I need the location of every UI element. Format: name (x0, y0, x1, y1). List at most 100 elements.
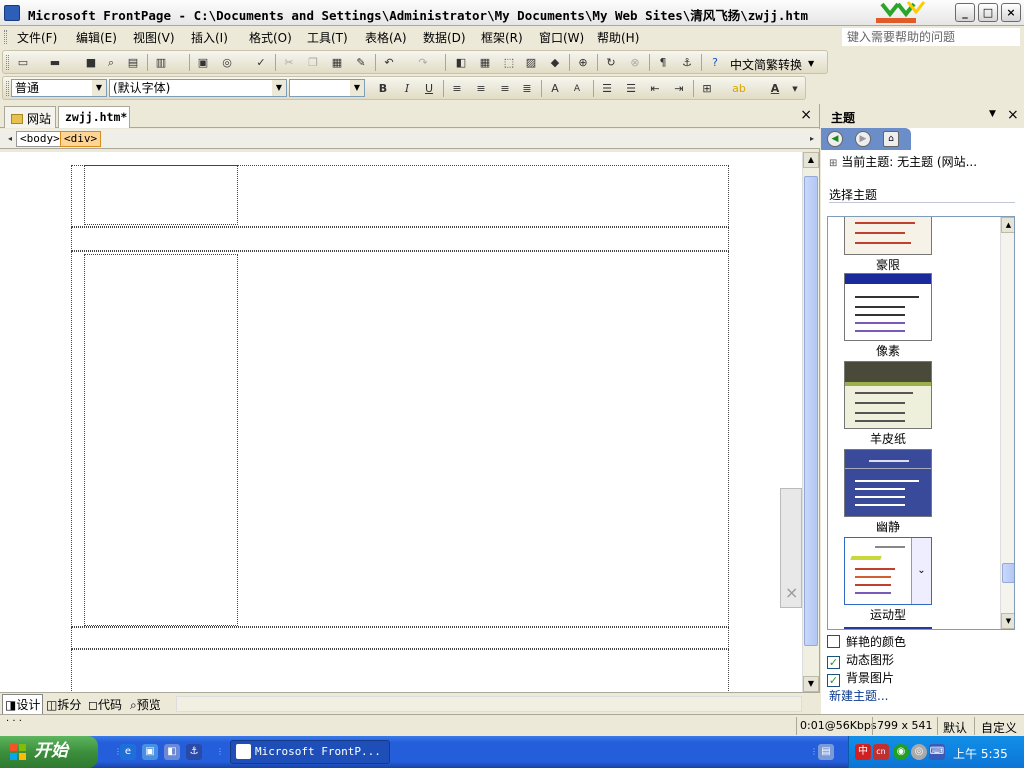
help-search-input[interactable]: 键入需要帮助的问题 (842, 28, 1020, 46)
print-icon[interactable]: ▣ (195, 55, 211, 71)
chevron-down-icon[interactable]: ▼ (272, 80, 286, 96)
minimize-button[interactable]: _ (955, 3, 975, 22)
toolbar-grip[interactable] (6, 81, 9, 96)
refresh-icon[interactable]: ↻ (603, 55, 619, 71)
layout-cell-divider[interactable] (71, 627, 729, 649)
new-theme-link[interactable]: 新建主题... (829, 687, 888, 704)
forward-icon[interactable]: ▶ (855, 131, 871, 147)
menubar-grip[interactable] (4, 30, 7, 44)
home-icon[interactable]: ⌂ (883, 131, 899, 147)
taskbar-item-frontpage[interactable]: Microsoft FrontP... (230, 740, 390, 764)
chevron-down-icon[interactable]: ▼ (808, 59, 814, 68)
format-painter-icon[interactable]: ✎ (353, 55, 369, 71)
layout-cell-logo[interactable] (84, 165, 238, 225)
numbering-icon[interactable]: ☰ (599, 81, 615, 97)
scroll-down-icon[interactable]: ▼ (803, 676, 819, 692)
scroll-down-icon[interactable]: ▼ (1001, 613, 1014, 629)
close-icon[interactable]: × (785, 583, 798, 602)
page-dimensions[interactable]: 799 x 541 (877, 719, 933, 732)
publish-icon[interactable]: ▤ (125, 55, 141, 71)
insert-layer-icon[interactable]: ⬚ (501, 55, 517, 71)
align-right-icon[interactable]: ≡ (497, 81, 513, 97)
spelling-icon[interactable]: ✓ (253, 55, 269, 71)
hyperlink-icon[interactable]: ⊕ (575, 55, 591, 71)
expand-icon[interactable]: ⊞ (829, 158, 837, 169)
option-vivid-colors[interactable]: 鲜艳的颜色 (827, 633, 906, 650)
cn-input-icon[interactable]: cn (873, 744, 889, 760)
new-page-icon[interactable]: ▭ (15, 55, 31, 71)
maximize-button[interactable]: □ (978, 3, 998, 22)
download-time[interactable]: 0:01@56Kbps (800, 719, 877, 732)
theme-item-pixel[interactable]: 像素 (844, 273, 932, 359)
menu-tools[interactable]: 工具(T) (307, 29, 348, 46)
back-icon[interactable]: ◀ (827, 131, 843, 147)
anchor-icon[interactable]: ⚓ (186, 744, 202, 760)
chinese-conversion-button[interactable]: 中文简繁转换 (730, 56, 802, 73)
paste-icon[interactable]: ▦ (329, 55, 345, 71)
open-icon[interactable]: ▬ (47, 55, 63, 71)
bullets-icon[interactable]: ☰ (623, 81, 639, 97)
chevron-down-icon[interactable]: ▼ (92, 80, 106, 96)
theme-list-scrollbar[interactable]: ▲ ▼ (1000, 217, 1014, 629)
cut-icon[interactable]: ✂ (281, 55, 297, 71)
quick-tag-div[interactable]: <div> (60, 131, 102, 147)
menu-file[interactable]: 文件(F) (17, 29, 57, 46)
font-size-select[interactable]: ▼ (289, 79, 365, 97)
background-picture-checkbox[interactable]: ✓ (827, 674, 840, 687)
tab-preview[interactable]: ⌕预览 (128, 696, 163, 713)
layout-cell-nav[interactable] (71, 227, 729, 251)
underline-icon[interactable]: U (421, 81, 437, 97)
font-select[interactable]: (默认字体) ▼ (109, 79, 287, 97)
copy-icon[interactable]: ❐ (305, 55, 321, 71)
tab-split[interactable]: ◫拆分 (44, 696, 83, 713)
chevron-down-icon[interactable]: ▼ (787, 81, 803, 97)
menu-data[interactable]: 数据(D) (423, 29, 466, 46)
theme-item-calm[interactable]: 幽静 (844, 449, 932, 535)
frontpage-app-icon[interactable] (4, 5, 20, 21)
tab-design[interactable]: ◨设计 (2, 694, 44, 715)
active-graphics-checkbox[interactable]: ✓ (827, 656, 840, 669)
scroll-up-icon[interactable]: ▲ (1001, 217, 1014, 233)
scroll-thumb[interactable] (804, 176, 818, 646)
save-icon[interactable]: ■ (83, 55, 99, 71)
keyboard-icon[interactable]: ⌨ (929, 744, 945, 760)
chevron-down-icon[interactable]: ▼ (989, 109, 996, 119)
toolbar-grip[interactable] (6, 55, 9, 70)
scroll-thumb[interactable] (1002, 563, 1014, 583)
status-custom[interactable]: 自定义 (981, 719, 1017, 736)
menu-format[interactable]: 格式(O) (249, 29, 292, 46)
tab-code[interactable]: ◻代码 (86, 696, 124, 713)
frontpage-quicklaunch-icon[interactable]: ◧ (164, 744, 180, 760)
align-center-icon[interactable]: ≡ (473, 81, 489, 97)
borders-icon[interactable]: ⊞ (699, 81, 715, 97)
undo-icon[interactable]: ↶ (381, 55, 397, 71)
stop-icon[interactable]: ⊗ (627, 55, 643, 71)
bold-icon[interactable]: B (375, 81, 391, 97)
close-button[interactable]: × (1001, 3, 1021, 22)
redo-icon[interactable]: ↷ (415, 55, 431, 71)
menu-view[interactable]: 视图(V) (133, 29, 175, 46)
search-icon[interactable]: ⌕ (103, 55, 119, 71)
help-icon[interactable]: ? (707, 55, 723, 71)
design-canvas[interactable] (0, 152, 802, 692)
justify-icon[interactable]: ≣ (519, 81, 535, 97)
menu-table[interactable]: 表格(A) (365, 29, 407, 46)
decrease-indent-icon[interactable]: ⇤ (647, 81, 663, 97)
vertical-scrollbar[interactable]: ▲ ▼ (802, 152, 819, 692)
chevron-down-icon[interactable]: ▼ (350, 80, 364, 96)
theme-item-haoxian[interactable]: 豪限 (844, 217, 932, 273)
close-icon[interactable]: × (1007, 107, 1019, 123)
menu-frames[interactable]: 框架(R) (481, 29, 523, 46)
theme-item-parchment[interactable]: 羊皮纸 (844, 361, 932, 447)
chevron-down-icon[interactable]: ⌄ (911, 538, 931, 604)
quick-tag-body[interactable]: <body> (16, 131, 64, 147)
floating-panel[interactable]: × (780, 488, 802, 608)
toggle-pane-icon[interactable]: ▥ (153, 55, 169, 71)
align-left-icon[interactable]: ≡ (449, 81, 465, 97)
drawing-icon[interactable]: ◆ (547, 55, 563, 71)
tab-zwjj-htm[interactable]: zwjj.htm* (58, 106, 130, 128)
chevron-right-icon[interactable]: ▸ (804, 131, 820, 147)
menu-help[interactable]: 帮助(H) (597, 29, 639, 46)
tab-website[interactable]: 网站 (4, 106, 56, 128)
option-background-picture[interactable]: ✓ 背景图片 (827, 669, 894, 687)
